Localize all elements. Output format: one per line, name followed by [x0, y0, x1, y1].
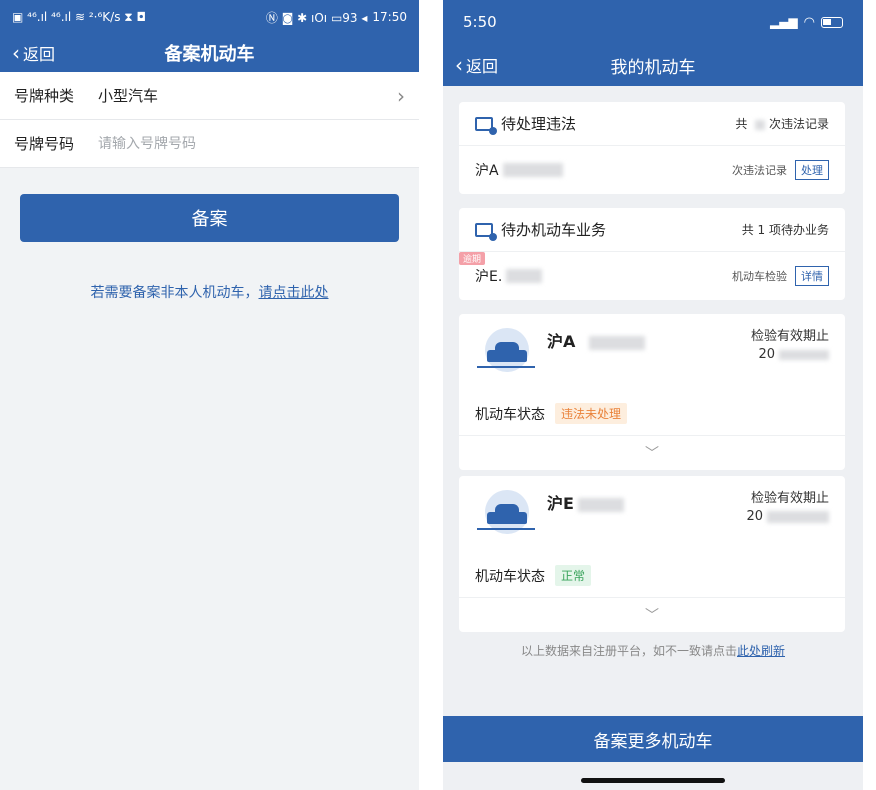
- status-left-icons: ▣ ⁴⁶.ıl ⁴⁶.ıl ≋ ²·⁶K/s ⧗ ◘: [12, 9, 147, 24]
- status-right: Ⓝ ◙ ✱ ıOı ▭93 ◂ 17:50: [266, 9, 407, 26]
- nav-bar: ‹ 返回 我的机动车: [443, 44, 863, 86]
- data-source-text: 以上数据来自注册平台，如不一致请点击: [520, 644, 737, 658]
- plate-number-label: 号牌号码: [14, 135, 75, 153]
- vehicle-state-label: 机动车状态: [475, 406, 545, 423]
- nav-bar: ‹ 返回 备案机动车: [0, 34, 419, 72]
- document-icon: [475, 222, 497, 241]
- vehicle-plate: 沪A: [547, 328, 646, 392]
- page-title: 我的机动车: [610, 57, 696, 78]
- register-more-button[interactable]: 备案更多机动车: [443, 716, 863, 762]
- plate-number-input[interactable]: [98, 135, 358, 152]
- details-button[interactable]: 详情: [795, 266, 829, 286]
- plate-number-row: 号牌号码: [0, 120, 419, 168]
- redacted-plate: [577, 497, 624, 512]
- status-bar: ▣ ⁴⁶.ıl ⁴⁶.ıl ≋ ²·⁶K/s ⧗ ◘ Ⓝ ◙ ✱ ıOı ▭93…: [0, 0, 419, 34]
- hint-text: 若需要备案非本人机动车，: [90, 285, 259, 301]
- back-label: 返回: [23, 45, 56, 64]
- hint: 若需要备案非本人机动车，请点击此处: [0, 282, 419, 302]
- vehicle-card[interactable]: 沪E 检验有效期止 20 机动车状态 正常 ﹀: [459, 476, 845, 632]
- status-time: 17:50: [372, 10, 407, 24]
- document-icon: [475, 116, 497, 135]
- back-button[interactable]: ‹ 返回: [0, 41, 55, 65]
- chevron-down-icon: ﹀: [645, 446, 659, 462]
- business-card-header: 待办机动车业务 共 1 项待办业务: [459, 208, 845, 252]
- validity-label: 检验有效期止: [750, 491, 829, 506]
- right-header: 5:50 ▂▄▆ ◠ ‹ 返回 我的机动车: [443, 0, 863, 86]
- plate-type-label: 号牌种类: [14, 87, 75, 105]
- violation-title: 待处理违法: [501, 115, 577, 133]
- vehicle-state-badge: 违法未处理: [555, 403, 628, 424]
- business-row-note: 机动车检验: [732, 270, 787, 283]
- redacted-date: [779, 349, 829, 360]
- redacted-plate: [502, 163, 563, 177]
- car-icon: [475, 328, 535, 372]
- violation-row-note: 次违法记录: [732, 164, 787, 177]
- violation-row: 沪A 次违法记录 处理: [459, 146, 845, 194]
- status-time: 5:50: [463, 13, 497, 31]
- validity-value-text: 20: [758, 347, 775, 362]
- redacted-plate: [506, 269, 543, 283]
- vehicle-plate-text: 沪E: [547, 494, 574, 513]
- right-phone-screen: 5:50 ▂▄▆ ◠ ‹ 返回 我的机动车 待处理违法 共 次违法记录 沪A 次…: [443, 0, 863, 790]
- business-title: 待办机动车业务: [501, 221, 607, 239]
- wifi-icon: ◠: [803, 14, 815, 30]
- business-row: 逾期 沪E. 机动车检验 详情: [459, 252, 845, 300]
- vehicle-state-row: 机动车状态 正常: [459, 554, 845, 598]
- expand-button[interactable]: ﹀: [459, 598, 845, 632]
- refresh-link[interactable]: 此处刷新: [737, 644, 785, 658]
- data-source-note: 以上数据来自注册平台，如不一致请点击此处刷新: [443, 642, 863, 659]
- validity-value: 20: [746, 508, 829, 526]
- hint-link[interactable]: 请点击此处: [259, 285, 329, 301]
- status-right-icons: Ⓝ ◙ ✱ ıOı ▭93 ◂: [265, 10, 368, 25]
- battery-icon: [821, 16, 843, 28]
- page-title: 备案机动车: [164, 44, 255, 65]
- validity-value: 20: [751, 346, 829, 364]
- chevron-left-icon: ‹: [12, 41, 20, 65]
- violation-card: 待处理违法 共 次违法记录 沪A 次违法记录 处理: [459, 102, 845, 194]
- signal-icon: ▂▄▆: [769, 15, 798, 29]
- redacted-plate: [589, 335, 646, 350]
- business-summary: 共 1 项待办业务: [741, 223, 829, 237]
- left-header: ▣ ⁴⁶.ıl ⁴⁶.ıl ≋ ²·⁶K/s ⧗ ◘ Ⓝ ◙ ✱ ıOı ▭93…: [0, 0, 419, 72]
- vehicle-summary: 沪A 检验有效期止 20: [459, 314, 845, 392]
- overdue-badge: 逾期: [459, 252, 486, 265]
- left-phone-screen: ▣ ⁴⁶.ıl ⁴⁶.ıl ≋ ²·⁶K/s ⧗ ◘ Ⓝ ◙ ✱ ıOı ▭93…: [0, 0, 419, 790]
- vehicle-plate-text: 沪A: [547, 332, 576, 351]
- back-label: 返回: [466, 57, 499, 76]
- vehicle-state-label: 机动车状态: [475, 568, 545, 585]
- plate-type-value: 小型汽车: [98, 87, 159, 105]
- vehicle-plate: 沪E: [547, 490, 624, 554]
- chevron-down-icon: ﹀: [645, 608, 659, 624]
- violation-plate: 沪A: [475, 163, 499, 179]
- status-bar: 5:50 ▂▄▆ ◠: [443, 0, 863, 44]
- redacted-date: [767, 510, 829, 523]
- vehicle-state-badge: 正常: [555, 565, 592, 586]
- violation-summary-prefix: 共: [735, 117, 748, 131]
- redacted-count: [755, 119, 766, 130]
- violation-summary-suffix: 次违法记录: [768, 117, 829, 131]
- vehicle-card[interactable]: 沪A 检验有效期止 20 机动车状态 违法未处理 ﹀: [459, 314, 845, 470]
- validity-value-text: 20: [746, 509, 763, 524]
- chevron-right-icon: ›: [397, 83, 405, 108]
- violation-card-header: 待处理违法 共 次违法记录: [459, 102, 845, 146]
- business-card: 待办机动车业务 共 1 项待办业务 逾期 沪E. 机动车检验 详情: [459, 208, 845, 300]
- vehicle-state-row: 机动车状态 违法未处理: [459, 392, 845, 436]
- process-button[interactable]: 处理: [795, 160, 829, 180]
- inspection-validity: 检验有效期止 20: [746, 490, 829, 554]
- chevron-left-icon: ‹: [455, 53, 463, 77]
- status-icons: ▂▄▆ ◠: [770, 15, 843, 30]
- vehicle-summary: 沪E 检验有效期止 20: [459, 476, 845, 554]
- back-button[interactable]: ‹ 返回: [443, 53, 498, 77]
- violation-summary: 共 次违法记录: [735, 115, 829, 132]
- home-indicator: [581, 778, 725, 783]
- business-plate: 沪E.: [475, 269, 503, 285]
- plate-type-row[interactable]: 号牌种类 小型汽车 ›: [0, 72, 419, 120]
- register-button[interactable]: 备案: [20, 194, 399, 242]
- validity-label: 检验有效期止: [750, 329, 829, 344]
- expand-button[interactable]: ﹀: [459, 436, 845, 470]
- inspection-validity: 检验有效期止 20: [751, 328, 829, 392]
- car-icon: [475, 490, 535, 534]
